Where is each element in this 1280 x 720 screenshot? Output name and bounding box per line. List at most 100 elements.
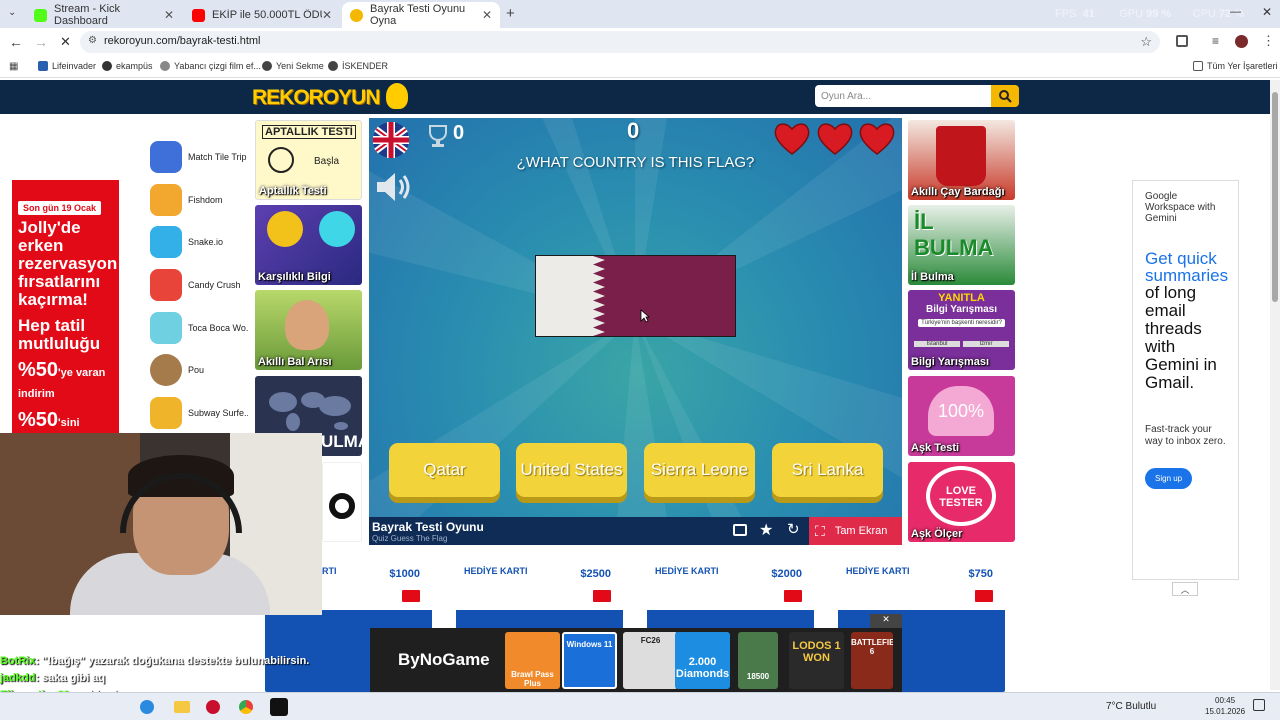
- site-logo[interactable]: REKOROYUN: [252, 86, 381, 110]
- love-tester-icon: LOVE TESTER: [926, 466, 996, 526]
- list-item[interactable]: Fishdom: [150, 183, 248, 217]
- windows-taskbar: 7°C Bulutlu 00:45 15.01.2026: [0, 692, 1280, 720]
- search-button[interactable]: [991, 85, 1019, 107]
- list-item[interactable]: Candy Crush: [150, 268, 248, 302]
- stop-loading-icon[interactable]: ✕: [60, 34, 71, 50]
- jolly-ad[interactable]: Son gün 19 Ocak Jolly'de erken rezervasy…: [12, 180, 119, 471]
- bookmark-ekampus[interactable]: ekampüs: [102, 61, 153, 71]
- fullscreen-icon: ⛶: [815, 522, 825, 539]
- clock[interactable]: 00:45 15.01.2026: [1205, 695, 1245, 717]
- game-card-akilli-bal-arisi[interactable]: Akıllı Bal Arısı: [255, 290, 362, 370]
- game-card-panda[interactable]: [322, 462, 362, 542]
- game-card-il-bulma[interactable]: İL BULMA İl Bulma: [908, 205, 1015, 285]
- tab-list-dropdown[interactable]: ⌄: [8, 7, 16, 18]
- bookmark-star-icon[interactable]: ☆: [1140, 34, 1152, 50]
- card-art-question: Türkiye'nin başkenti neresidir?: [918, 319, 1005, 327]
- search-input[interactable]: Oyun Ara...: [815, 85, 991, 107]
- tab-youtube[interactable]: EKİP ile 50.000TL ÖDÜLLÜ MM... ✕: [184, 2, 340, 28]
- file-explorer-icon[interactable]: [174, 701, 190, 713]
- url-text: rekoroyun.com/bayrak-testi.html: [104, 35, 261, 47]
- bookmark-iskender[interactable]: İSKENDER: [328, 61, 388, 71]
- close-ad-icon[interactable]: ✕: [870, 614, 902, 628]
- list-item[interactable]: Pou: [150, 353, 248, 387]
- game-card-bilgi-yarismasi[interactable]: YANITLA Bilgi Yarışması Türkiye'nin başk…: [908, 290, 1015, 370]
- menu-icon[interactable]: ⋮: [1262, 33, 1275, 49]
- answer-button-united-states[interactable]: United States: [516, 443, 627, 497]
- list-item[interactable]: Snake.io: [150, 225, 248, 259]
- close-window-button[interactable]: ✕: [1262, 5, 1272, 19]
- bookmark-icon: [38, 61, 48, 71]
- answer-button-sri-lanka[interactable]: Sri Lanka: [772, 443, 883, 497]
- game-card-ask-olcer[interactable]: LOVE TESTER Aşk Ölçer: [908, 462, 1015, 542]
- bookmark-yeni-sekme[interactable]: Yeni Sekme: [262, 61, 324, 71]
- chrome-icon[interactable]: [239, 700, 253, 714]
- close-icon[interactable]: ✕: [322, 8, 332, 22]
- minimize-button[interactable]: —: [1230, 6, 1241, 18]
- all-bookmarks[interactable]: Tüm Yer İşaretleri: [1193, 61, 1278, 71]
- panda-icon: [329, 493, 355, 519]
- blue-character-icon: [319, 211, 355, 247]
- media-icon[interactable]: ≡: [1212, 34, 1219, 48]
- tab-kick-dashboard[interactable]: Stream - Kick Dashboard ✕: [26, 2, 182, 28]
- product-tile[interactable]: FC26: [623, 632, 678, 689]
- list-item[interactable]: Toca Boca Wo...: [150, 311, 248, 345]
- qatar-flag-image: [535, 255, 736, 337]
- product-tile[interactable]: Brawl Pass Plus: [505, 632, 560, 689]
- answer-button-qatar[interactable]: Qatar: [389, 443, 500, 497]
- turkey-flag-icon: [784, 590, 802, 602]
- tab-title: EKİP ile 50.000TL ÖDÜLLÜ MM...: [212, 9, 322, 21]
- question-text: ¿WHAT COUNTRY IS THIS FLAG?: [516, 154, 755, 171]
- bookmark-icon: [160, 61, 170, 71]
- close-icon[interactable]: ✕: [164, 8, 174, 22]
- product-tile[interactable]: 18500: [738, 632, 778, 689]
- notification-icon[interactable]: [1253, 699, 1265, 711]
- card-label: Aptallık Testi: [259, 185, 327, 197]
- card-label: Aşk Testi: [911, 442, 960, 454]
- edge-icon[interactable]: [140, 700, 154, 714]
- google-workspace-ad[interactable]: Google Workspace with Gemini Get quick s…: [1132, 180, 1239, 580]
- product-tile[interactable]: Windows 11: [562, 632, 617, 689]
- product-tile[interactable]: LODOS 1 WON: [789, 632, 844, 689]
- new-tab-button[interactable]: +: [506, 5, 515, 22]
- tab-bayrak-testi[interactable]: Bayrak Testi Oyunu Oyna ✕: [342, 2, 500, 28]
- sign-up-button[interactable]: Sign up: [1145, 468, 1193, 489]
- list-item[interactable]: Subway Surfe...: [150, 396, 248, 430]
- bookmark-lifeinvader[interactable]: Lifeinvader: [38, 61, 96, 71]
- fullscreen-button[interactable]: ⛶ Tam Ekran: [809, 517, 902, 545]
- comment-icon[interactable]: [733, 524, 747, 536]
- game-thumbnail: [150, 141, 182, 173]
- obs-icon[interactable]: [270, 698, 288, 716]
- collapse-ad-icon[interactable]: ︿: [1172, 582, 1198, 596]
- ad-date-pill: Son gün 19 Ocak: [18, 201, 102, 215]
- list-item[interactable]: Match Tile Trip: [150, 140, 248, 174]
- url-bar[interactable]: ⚙ rekoroyun.com/bayrak-testi.html ☆: [80, 31, 1160, 53]
- close-icon[interactable]: ✕: [482, 8, 492, 22]
- favorite-star-icon[interactable]: ★: [759, 520, 773, 540]
- profile-avatar[interactable]: [1235, 35, 1248, 48]
- game-subtitle: Quiz Guess The Flag: [372, 534, 448, 543]
- game-card-akilli-cay-bardagi[interactable]: Akıllı Çay Bardağı: [908, 120, 1015, 200]
- extensions-icon[interactable]: [1176, 35, 1188, 47]
- game-frame[interactable]: 0 0 ¿WHAT COUNTRY IS THIS FLAG? Qatar Un…: [369, 118, 902, 545]
- ad-brand: Google Workspace with Gemini: [1145, 191, 1216, 224]
- site-info-icon[interactable]: ⚙: [88, 35, 97, 46]
- scrollbar-thumb[interactable]: [1272, 92, 1278, 302]
- product-tile[interactable]: BATTLEFIELD 6: [851, 632, 893, 689]
- card-art-sub: Bilgi Yarışması: [926, 304, 997, 315]
- game-card-aptallik-testi[interactable]: APTALLIK TESTİ Başla Aptallık Testi: [255, 120, 362, 200]
- forward-icon[interactable]: →: [34, 34, 48, 50]
- game-card-karsilikli-bilgi[interactable]: Karşılıklı Bilgi: [255, 205, 362, 285]
- reload-icon[interactable]: ↻: [787, 520, 800, 538]
- card-art-answer: İzmir: [963, 341, 1009, 347]
- bookmark-yabanci-cizgi-film[interactable]: Yabancı çizgi film ef...: [160, 61, 261, 71]
- app-icon[interactable]: [206, 700, 220, 714]
- game-card-ask-testi[interactable]: 100% Aşk Testi: [908, 376, 1015, 456]
- chat-username: jadkdd: [0, 672, 36, 684]
- back-icon[interactable]: ←: [9, 34, 23, 50]
- product-tile[interactable]: 2.000 Diamonds: [675, 632, 730, 689]
- weather-widget[interactable]: 7°C Bulutlu: [1106, 701, 1156, 712]
- speaker-icon[interactable]: [375, 170, 413, 204]
- apps-icon[interactable]: ▦: [9, 61, 18, 72]
- globe-icon: [262, 61, 272, 71]
- answer-button-sierra-leone[interactable]: Sierra Leone: [644, 443, 755, 497]
